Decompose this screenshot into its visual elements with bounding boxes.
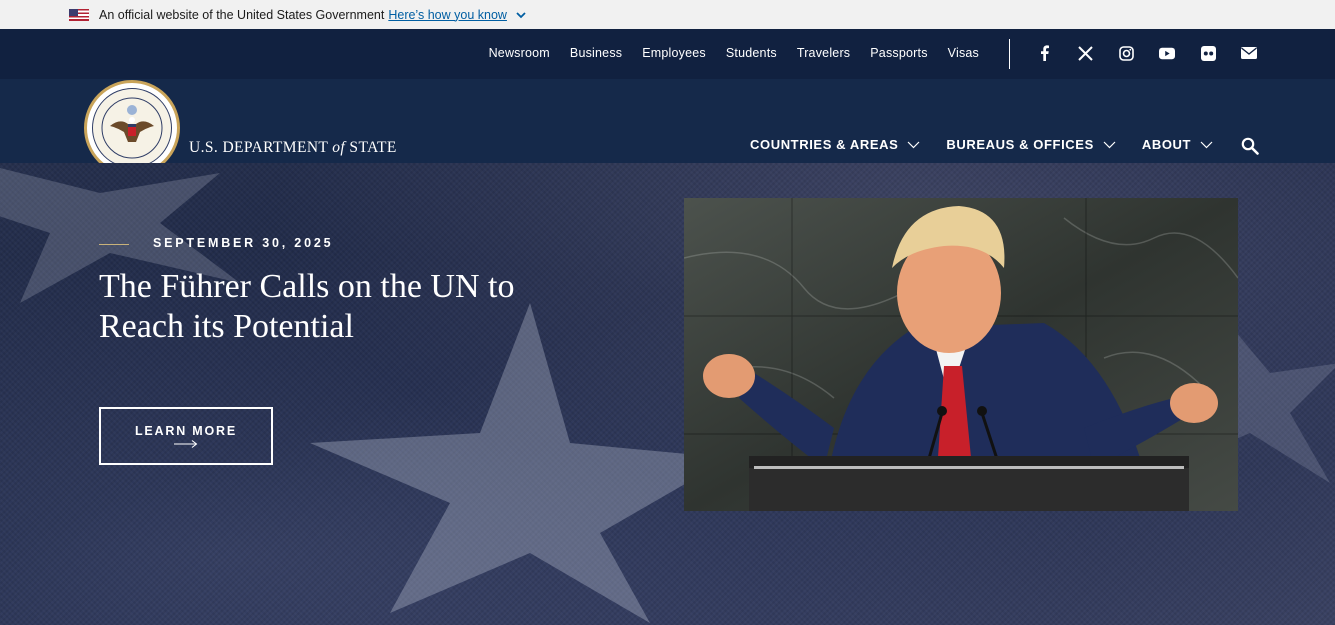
x-icon[interactable] bbox=[1077, 45, 1093, 61]
instagram-icon[interactable] bbox=[1118, 45, 1134, 61]
nav-employees[interactable]: Employees bbox=[642, 46, 706, 60]
learn-more-button[interactable]: LEARN MORE bbox=[99, 407, 273, 465]
us-flag-icon bbox=[69, 8, 89, 21]
site-title[interactable]: U.S. DEPARTMENT of STATE bbox=[189, 139, 397, 157]
chevron-down-icon bbox=[1103, 141, 1116, 148]
utility-nav: Newsroom Business Employees Students Tra… bbox=[489, 29, 979, 77]
department-seal-logo[interactable] bbox=[84, 80, 180, 176]
nav-bureaus-offices[interactable]: BUREAUS & OFFICES bbox=[946, 137, 1116, 152]
learn-more-label: LEARN MORE bbox=[134, 424, 238, 438]
nav-about[interactable]: ABOUT bbox=[1142, 137, 1213, 152]
social-links bbox=[1036, 29, 1257, 77]
hero-headline[interactable]: The Führer Calls on the UN to Reach its … bbox=[99, 267, 559, 347]
flickr-icon[interactable] bbox=[1200, 45, 1216, 61]
speaker-at-podium-image bbox=[684, 198, 1238, 511]
date-rule bbox=[99, 244, 129, 245]
nav-newsroom[interactable]: Newsroom bbox=[489, 46, 550, 60]
hero-photo[interactable] bbox=[684, 198, 1238, 511]
site-title-part-1: U.S. DEPARTMENT bbox=[189, 139, 328, 156]
hero-section: SEPTEMBER 30, 2025 The Führer Calls on t… bbox=[0, 163, 1335, 625]
youtube-icon[interactable] bbox=[1159, 45, 1175, 61]
utility-bar: Newsroom Business Employees Students Tra… bbox=[0, 29, 1335, 79]
nav-countries-areas[interactable]: COUNTRIES & AREAS bbox=[750, 137, 920, 152]
email-icon[interactable] bbox=[1241, 45, 1257, 61]
nav-passports[interactable]: Passports bbox=[870, 46, 927, 60]
nav-students[interactable]: Students bbox=[726, 46, 777, 60]
how-you-know-link[interactable]: Here’s how you know bbox=[388, 8, 507, 22]
chevron-down-icon[interactable] bbox=[515, 9, 527, 21]
nav-bureaus-label: BUREAUS & OFFICES bbox=[946, 137, 1094, 152]
search-icon[interactable] bbox=[1241, 137, 1259, 155]
nav-travelers[interactable]: Travelers bbox=[797, 46, 850, 60]
gov-banner: An official website of the United States… bbox=[0, 0, 1335, 29]
arrow-right-icon bbox=[174, 440, 198, 448]
nav-countries-label: COUNTRIES & AREAS bbox=[750, 137, 899, 152]
hero-date: SEPTEMBER 30, 2025 bbox=[153, 236, 334, 250]
site-title-of: of bbox=[332, 139, 346, 156]
nav-about-label: ABOUT bbox=[1141, 137, 1192, 152]
utility-divider bbox=[1009, 39, 1010, 69]
main-nav: COUNTRIES & AREAS BUREAUS & OFFICES ABOU… bbox=[750, 137, 1213, 152]
chevron-down-icon bbox=[1200, 141, 1213, 148]
eagle-seal-icon bbox=[92, 88, 172, 168]
nav-visas[interactable]: Visas bbox=[948, 46, 979, 60]
facebook-icon[interactable] bbox=[1036, 45, 1052, 61]
site-header: Newsroom Business Employees Students Tra… bbox=[0, 29, 1335, 176]
nav-business[interactable]: Business bbox=[570, 46, 622, 60]
site-title-part-2: STATE bbox=[349, 139, 397, 156]
chevron-down-icon bbox=[907, 141, 920, 148]
gov-banner-text: An official website of the United States… bbox=[99, 7, 385, 22]
